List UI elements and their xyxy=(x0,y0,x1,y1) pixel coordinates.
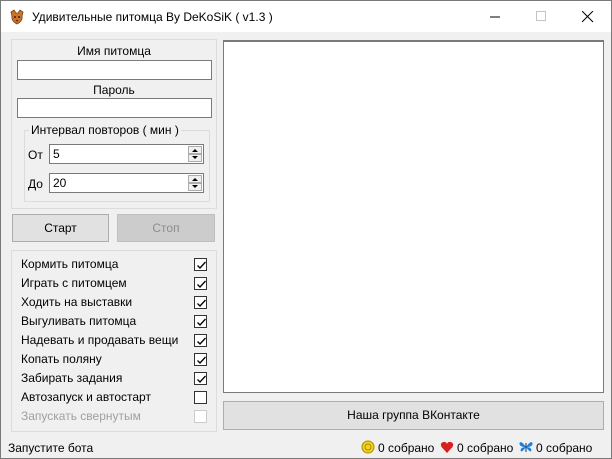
option-label: Играть с питомцем xyxy=(21,276,127,290)
to-stepper-arrows xyxy=(188,175,202,191)
from-value[interactable]: 5 xyxy=(53,147,60,161)
option-checkbox[interactable] xyxy=(194,372,207,385)
butterfly-icon xyxy=(519,440,533,457)
chevron-up-icon xyxy=(192,149,198,152)
app-window: Удивительные питомца By DeKoSiK ( v1.3 )… xyxy=(0,0,612,459)
coin-icon xyxy=(361,440,375,457)
start-button[interactable]: Старт xyxy=(12,214,109,242)
checkmark-icon xyxy=(197,375,206,383)
status-message: Запустите бота xyxy=(8,441,94,455)
from-stepper-arrows xyxy=(188,146,202,162)
option-checkbox[interactable] xyxy=(194,410,207,423)
option-row[interactable]: Запускать свернутым xyxy=(21,409,207,425)
option-row[interactable]: Надевать и продавать вещи xyxy=(21,333,207,349)
vk-group-button[interactable]: Наша группа ВКонтакте xyxy=(223,401,604,430)
interval-legend: Интервал повторов ( мин ) xyxy=(29,123,181,137)
option-label: Запускать свернутым xyxy=(21,409,141,423)
close-button[interactable] xyxy=(565,1,611,32)
chevron-down-icon xyxy=(192,156,198,159)
option-label: Ходить на выставки xyxy=(21,295,133,309)
from-stepper[interactable]: 5 xyxy=(49,144,204,164)
butterflies-count: 0 собрано xyxy=(536,441,593,455)
checkmark-icon xyxy=(197,280,206,288)
stop-button[interactable]: Стоп xyxy=(117,214,215,242)
pet-app-icon xyxy=(9,9,25,25)
option-checkbox[interactable] xyxy=(194,334,207,347)
checkmark-icon xyxy=(197,261,206,269)
close-icon xyxy=(582,11,594,23)
hearts-count: 0 собрано xyxy=(457,441,514,455)
checkmark-icon xyxy=(197,337,206,345)
checkmark-icon xyxy=(197,299,206,307)
minimize-icon xyxy=(490,16,500,18)
to-value[interactable]: 20 xyxy=(53,176,66,190)
pet-name-input[interactable] xyxy=(17,60,212,80)
chevron-down-icon xyxy=(192,185,198,188)
status-bar: Запустите бота 0 собрано 0 собрано 0 соб… xyxy=(1,434,611,458)
option-row[interactable]: Забирать задания xyxy=(21,371,207,387)
coins-count: 0 собрано xyxy=(378,441,435,455)
minimize-button[interactable] xyxy=(473,1,519,32)
option-label: Забирать задания xyxy=(21,371,123,385)
checkmark-icon xyxy=(197,356,206,364)
pet-name-label: Имя питомца xyxy=(77,44,151,58)
option-row[interactable]: Автозапуск и автостарт xyxy=(21,390,207,406)
settings-panel: Имя питомца Пароль Интервал повторов ( м… xyxy=(11,39,217,209)
option-label: Кормить питомца xyxy=(21,257,119,271)
option-row[interactable]: Выгуливать питомца xyxy=(21,314,207,330)
to-stepper[interactable]: 20 xyxy=(49,173,204,193)
maximize-button[interactable] xyxy=(519,1,565,32)
maximize-icon xyxy=(536,11,546,21)
to-label: До xyxy=(28,177,43,191)
option-checkbox[interactable] xyxy=(194,258,207,271)
option-checkbox[interactable] xyxy=(194,296,207,309)
option-label: Автозапуск и автостарт xyxy=(21,390,151,404)
option-checkbox[interactable] xyxy=(194,315,207,328)
option-row[interactable]: Копать поляну xyxy=(21,352,207,368)
option-label: Надевать и продавать вещи xyxy=(21,333,179,347)
password-label: Пароль xyxy=(93,83,135,97)
option-label: Выгуливать питомца xyxy=(21,314,137,328)
option-row[interactable]: Играть с питомцем xyxy=(21,276,207,292)
from-label: От xyxy=(28,148,43,162)
heart-icon xyxy=(440,440,454,457)
title-bar[interactable]: Удивительные питомца By DeKoSiK ( v1.3 ) xyxy=(1,1,611,32)
option-checkbox[interactable] xyxy=(194,353,207,366)
option-row[interactable]: Ходить на выставки xyxy=(21,295,207,311)
checkmark-icon xyxy=(197,318,206,326)
option-checkbox[interactable] xyxy=(194,277,207,290)
interval-group: Интервал повторов ( мин ) От 5 До 20 xyxy=(24,123,210,202)
from-down-button[interactable] xyxy=(188,154,202,162)
from-up-button[interactable] xyxy=(188,146,202,154)
window-title: Удивительные питомца By DeKoSiK ( v1.3 ) xyxy=(32,10,273,24)
to-down-button[interactable] xyxy=(188,183,202,191)
log-output[interactable] xyxy=(223,40,604,393)
option-label: Копать поляну xyxy=(21,352,102,366)
chevron-up-icon xyxy=(192,178,198,181)
to-up-button[interactable] xyxy=(188,175,202,183)
password-input[interactable] xyxy=(17,98,212,118)
option-checkbox[interactable] xyxy=(194,391,207,404)
option-row[interactable]: Кормить питомца xyxy=(21,257,207,273)
